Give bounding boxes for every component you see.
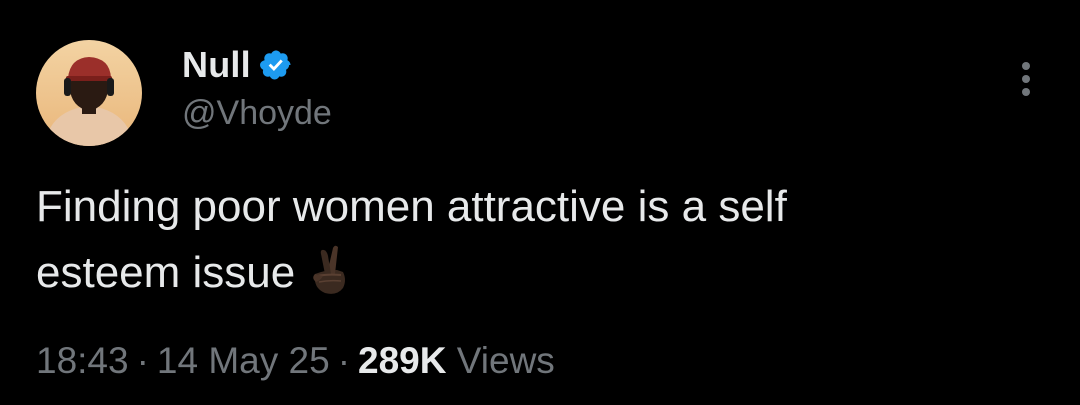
more-dot: [1022, 75, 1030, 83]
tweet-text-line-2-row: esteem issue: [36, 240, 1016, 306]
tweet-card: Null @Vhoyde Finding poor women attracti…: [0, 0, 1080, 405]
separator-dot: ·: [136, 340, 149, 381]
tweet-text-line-1: Finding poor women attractive is a self: [36, 182, 787, 231]
avatar-image: [36, 40, 142, 146]
more-options-icon[interactable]: [1020, 62, 1032, 98]
display-name[interactable]: Null: [182, 44, 251, 86]
verified-badge-icon[interactable]: [259, 48, 293, 82]
crossed-fingers-emoji-icon: [307, 244, 351, 296]
tweet-meta: 18:43 · 14 May 25 · 289K Views: [36, 340, 555, 382]
author-block: Null @Vhoyde: [182, 42, 332, 133]
tweet-date[interactable]: 14 May 25: [157, 340, 330, 381]
tweet-time[interactable]: 18:43: [36, 340, 129, 381]
views-label: Views: [456, 340, 555, 381]
name-row: Null: [182, 42, 332, 88]
tweet-text: Finding poor women attractive is a self …: [36, 174, 1016, 306]
tweet-text-line-2: esteem issue: [36, 248, 296, 297]
more-dot: [1022, 62, 1030, 70]
views-count[interactable]: 289K: [358, 340, 446, 381]
separator-dot: ·: [337, 340, 351, 381]
more-dot: [1022, 88, 1030, 96]
user-handle[interactable]: @Vhoyde: [182, 94, 332, 133]
avatar[interactable]: [36, 40, 142, 146]
